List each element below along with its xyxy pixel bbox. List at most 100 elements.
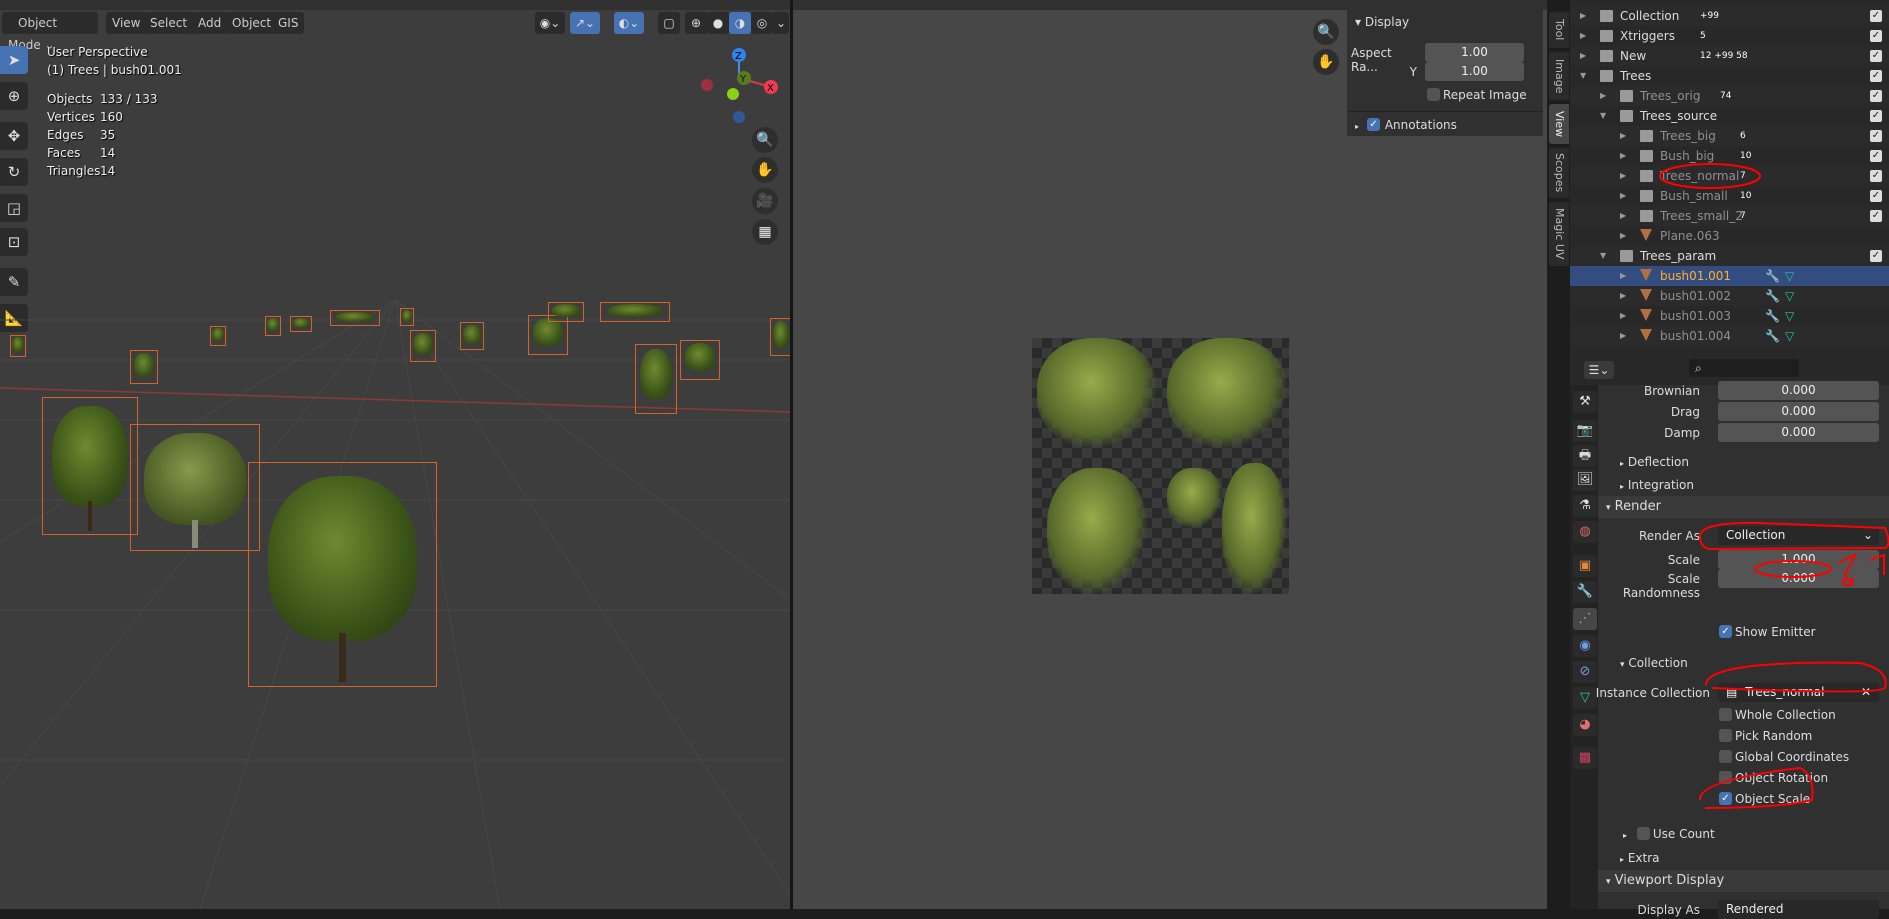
transform-tool-icon[interactable]: ⊡ [0,228,28,256]
tree-object[interactable] [410,330,436,362]
camera-icon[interactable]: 🎥 [752,188,778,214]
brownian-field[interactable]: 0.000 [1718,381,1879,400]
outliner-row[interactable]: ▶ Xtriggers 5 ✓ [1570,26,1889,46]
expand-right-icon[interactable]: ▶ [1620,166,1626,186]
aspect-y-field[interactable]: 1.00 [1425,62,1524,81]
object-rotation-checkbox[interactable]: Object Rotation [1719,771,1828,785]
3d-viewport[interactable]: Object Mode ⌄ View Select Add Object GIS… [0,0,790,909]
tree-object[interactable] [460,322,484,350]
display-panel-header[interactable]: ▾ Display [1355,15,1409,29]
checkbox[interactable] [1719,750,1732,763]
exclude-checkbox[interactable]: ✓ [1870,190,1882,202]
menu-view[interactable]: View [106,12,147,34]
expand-down-icon[interactable]: ▼ [1600,246,1606,266]
checkbox[interactable]: ✓ [1367,118,1380,131]
checkbox[interactable] [1719,771,1732,784]
exclude-checkbox[interactable]: ✓ [1870,70,1882,82]
tree-object[interactable] [330,310,380,326]
outliner-row[interactable]: ▶ Trees_orig 74 ✓ [1570,86,1889,106]
integration-panel[interactable]: ▸ Integration [1598,474,1889,496]
scale-randomness-field[interactable]: 0.000 [1718,569,1879,588]
deflection-panel[interactable]: ▸ Deflection [1598,451,1889,473]
outliner-row[interactable]: ▼ Trees_source ✓ [1570,106,1889,126]
expand-right-icon[interactable]: ▶ [1600,86,1606,106]
outliner-row[interactable]: ▶ bush01.002 🔧 ▽ [1570,286,1889,306]
wireframe-shading-icon[interactable]: ⊕ [685,12,707,34]
tree-object[interactable] [290,316,312,332]
pan-hand-icon[interactable]: ✋ [1313,49,1339,75]
menu-object[interactable]: Object [226,12,278,34]
outliner-row[interactable]: ▶ bush01.004 🔧 ▽ [1570,326,1889,346]
outliner-row[interactable]: ▶ Collection +99 ✓ [1570,6,1889,26]
whole-collection-checkbox[interactable]: Whole Collection [1719,708,1836,722]
pick-random-checkbox[interactable]: Pick Random [1719,729,1812,743]
outliner-row[interactable]: ▶ New 12 +99 58 ✓ [1570,46,1889,66]
instance-collection-field[interactable]: ▤ Trees_normal ✕ [1718,683,1879,702]
checkbox[interactable]: ✓ [1719,625,1732,638]
material-shading-icon[interactable]: ◑ [729,12,751,34]
extra-panel[interactable]: ▸ Extra [1598,847,1889,869]
checkbox[interactable] [1637,827,1650,840]
expand-right-icon[interactable]: ▶ [1620,266,1626,286]
outliner-row[interactable]: ▶ Trees_big 6 ✓ [1570,126,1889,146]
exclude-checkbox[interactable]: ✓ [1870,150,1882,162]
navigation-gizmo[interactable]: Z X Y [690,40,790,130]
exclude-checkbox[interactable]: ✓ [1870,50,1882,62]
expand-right-icon[interactable]: ▶ [1620,206,1626,226]
menu-add[interactable]: Add [192,12,228,34]
material-tab-icon[interactable]: ◕ [1573,714,1597,736]
viewport-display-panel[interactable]: ▾ Viewport Display [1598,870,1889,892]
expand-down-icon[interactable]: ▼ [1580,66,1586,86]
render-as-dropdown[interactable]: Collection ⌄ [1718,526,1879,545]
expand-down-icon[interactable]: ▼ [1600,106,1606,126]
outliner-row[interactable]: ▶ Bush_big 10 ✓ [1570,146,1889,166]
menu-gis[interactable]: GIS [272,12,305,34]
outliner-row[interactable]: ▶ bush01.001 🔧 ▽ [1570,266,1889,286]
move-tool-icon[interactable]: ✥ [0,122,28,150]
xray-icon[interactable]: ▢ [658,12,680,34]
scale-tool-icon[interactable]: ◲ [0,194,28,222]
select-box-tool-icon[interactable]: ➤ [0,46,28,74]
tab-tool[interactable]: Tool [1549,12,1569,48]
constraints-tab-icon[interactable]: ⊘ [1573,661,1597,683]
exclude-checkbox[interactable]: ✓ [1870,130,1882,142]
tree-object[interactable] [130,424,260,551]
scale-field[interactable]: 1.000 [1718,550,1879,569]
outliner-row[interactable]: ▶ bush01.003 🔧 ▽ [1570,306,1889,326]
tree-object[interactable] [10,335,26,357]
outliner-row[interactable]: ▶ Trees_normal 7 ✓ [1570,166,1889,186]
output-tab-icon[interactable]: 🖶 [1573,445,1597,467]
expand-right-icon[interactable]: ▶ [1620,146,1626,166]
show-emitter-checkbox[interactable]: ✓ Show Emitter [1719,625,1816,639]
texture-tab-icon[interactable]: ▩ [1573,747,1597,769]
outliner-row[interactable]: ▶ Bush_small 10 ✓ [1570,186,1889,206]
exclude-checkbox[interactable]: ✓ [1870,30,1882,42]
drag-field[interactable]: 0.000 [1718,402,1879,421]
tab-magic-uv[interactable]: Magic UV [1549,202,1569,266]
tab-image[interactable]: Image [1549,52,1569,100]
gizmo-icon[interactable]: ↗⌄ [570,12,600,34]
exclude-checkbox[interactable]: ✓ [1870,170,1882,182]
solid-shading-icon[interactable]: ● [707,12,729,34]
checkbox[interactable]: ✓ [1719,792,1732,805]
tree-object[interactable] [680,340,720,380]
editor-type-icon[interactable]: ☰⌄ [1584,361,1614,379]
display-as-dropdown[interactable]: Rendered [1718,900,1879,919]
cursor-tool-icon[interactable]: ⊕ [0,82,28,110]
expand-right-icon[interactable]: ▶ [1620,326,1626,346]
expand-right-icon[interactable]: ▶ [1620,286,1626,306]
tree-object[interactable] [265,316,281,336]
pan-hand-icon[interactable]: ✋ [752,157,778,183]
checkbox[interactable] [1427,88,1440,101]
damp-field[interactable]: 0.000 [1718,423,1879,442]
visibility-icon[interactable]: ◉⌄ [535,12,565,34]
outliner-row[interactable]: ▶ Trees_small_2 7 ✓ [1570,206,1889,226]
expand-right-icon[interactable]: ▶ [1580,46,1586,66]
tree-object[interactable] [42,397,138,535]
shading-dropdown-icon[interactable]: ⌄ [773,12,789,34]
expand-right-icon[interactable]: ▶ [1620,186,1626,206]
expand-right-icon[interactable]: ▶ [1580,6,1586,26]
tree-object[interactable] [548,302,584,322]
checkbox[interactable] [1719,708,1732,721]
checkbox[interactable] [1719,729,1732,742]
